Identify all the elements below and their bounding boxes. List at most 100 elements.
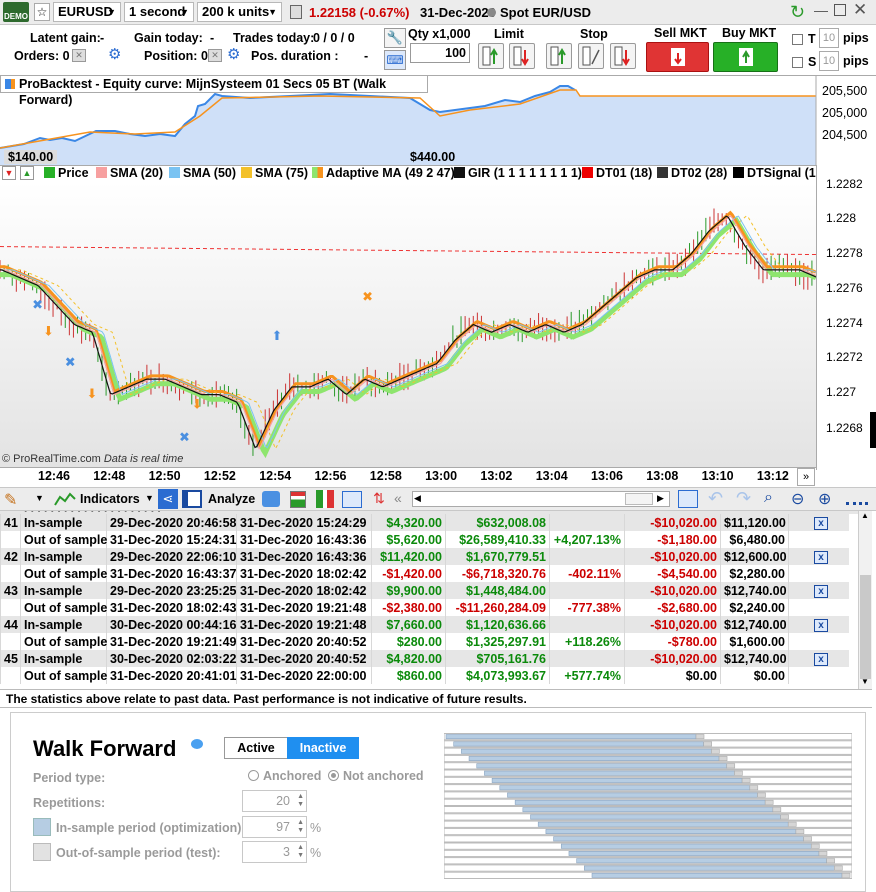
t-checkbox[interactable] (792, 34, 803, 45)
table-row[interactable]: Out of sample 31-Dec-2020 19:21:49 31-Dec-… (0, 633, 849, 650)
rewind-icon[interactable]: « (394, 490, 402, 506)
analyze-button[interactable]: Analyze (208, 492, 255, 506)
table-row[interactable]: Out of sample 31-Dec-2020 20:41:01 31-Dec-… (0, 667, 849, 684)
excel-export-icon[interactable]: x (814, 653, 828, 666)
star-icon[interactable]: ☆ (34, 3, 50, 21)
legend-sma50[interactable]: SMA (50) (169, 166, 236, 181)
excel-export-icon[interactable]: x (814, 585, 828, 598)
anchored-radio[interactable] (248, 770, 259, 781)
maximize-icon[interactable] (834, 4, 846, 16)
position-close-icon[interactable]: ✕ (208, 49, 222, 62)
legend-sma75[interactable]: SMA (75) (241, 166, 308, 181)
split-view-icon[interactable] (182, 490, 202, 508)
indicators-button[interactable]: Indicators (80, 492, 140, 506)
sell-mkt-button[interactable] (646, 42, 709, 72)
table-row[interactable]: Out of sample 31-Dec-2020 18:02:43 31-Dec-… (0, 599, 849, 616)
calendar-icon[interactable] (678, 490, 698, 508)
table-row[interactable]: 43 In-sample 29-Dec-2020 23:25:25 31-Dec-20… (0, 582, 849, 599)
wrench-icon[interactable]: 🔧 (384, 28, 406, 48)
table-row[interactable]: Out of sample 31-Dec-2020 16:43:37 31-Dec-… (0, 565, 849, 582)
excel-export-icon[interactable]: x (814, 551, 828, 564)
x-axis-scroll-icon[interactable]: » (797, 468, 815, 486)
buy-mkt-button[interactable] (713, 42, 778, 72)
trade-icon[interactable]: ⇅ (370, 490, 388, 508)
side-scroll[interactable] (870, 412, 876, 448)
zoom-auto-icon[interactable]: ⌕ (764, 489, 773, 507)
scroll-thumb[interactable] (860, 575, 871, 679)
info-bubble-icon[interactable] (191, 739, 203, 749)
report-icon[interactable] (290, 491, 306, 508)
quantity-input[interactable]: 100 (410, 43, 470, 63)
table-row[interactable]: Out of sample 31-Dec-2020 15:24:31 31-Dec-… (0, 531, 849, 548)
legend-price[interactable]: Price (44, 166, 89, 181)
stepper-arrows-icon[interactable]: ▲ ▼ (297, 819, 304, 835)
table-row[interactable]: 41 In-sample 29-Dec-2020 20:46:58 31-Dec-20… (0, 514, 849, 531)
timeframe-select[interactable]: 1 second ▼ (124, 2, 194, 22)
orders-close-icon[interactable]: ✕ (72, 49, 86, 62)
excel-export-icon[interactable]: x (814, 619, 828, 632)
zoom-in-icon[interactable]: ⊕ (818, 489, 831, 509)
scroll-down-icon[interactable]: ▼ (861, 677, 869, 686)
minimize-icon[interactable]: — (814, 2, 828, 18)
repetitions-stepper[interactable]: 20 ▲ ▼ (242, 790, 307, 812)
active-toggle[interactable]: Active (224, 737, 288, 759)
instrument-select[interactable]: EURUSD ▼ (53, 2, 121, 22)
not-anchored-radio[interactable] (328, 770, 339, 781)
legend-sma20[interactable]: SMA (20) (96, 166, 163, 181)
undo-icon[interactable]: ↶ (708, 488, 723, 509)
stepper-arrows-icon[interactable]: ▲ ▼ (297, 844, 304, 860)
price-chart[interactable]: ✖⬇✖⬇✖⬆✖⬇ (0, 182, 816, 467)
table-row[interactable]: 42 In-sample 29-Dec-2020 22:06:10 31-Dec-20… (0, 548, 849, 565)
limit-buy-button[interactable] (478, 43, 504, 69)
timeline-scrollbar[interactable]: ◀ ▶ (412, 491, 670, 507)
indicators-icon[interactable] (54, 491, 76, 507)
stepper-arrows-icon[interactable]: ▲ ▼ (297, 793, 304, 809)
gear-icon[interactable]: ⚙ (227, 45, 240, 63)
scroll-thumb[interactable] (625, 493, 653, 505)
legend-dt02[interactable]: DT02 (28) (657, 166, 727, 181)
row-action-cell (788, 531, 849, 548)
stop-sell-button[interactable] (610, 43, 636, 69)
units-select[interactable]: 200 k units ▼ (197, 2, 282, 22)
legend-dt01[interactable]: DT01 (18) (582, 166, 652, 181)
expand-icon[interactable]: ▲ (20, 166, 34, 180)
chevron-down-icon[interactable]: ▼ (145, 493, 154, 503)
redo-icon[interactable]: ↷ (736, 488, 751, 509)
row-equity: $632,008.08 (445, 514, 550, 531)
stop-trailing-button[interactable] (578, 43, 604, 69)
more-options-icon[interactable] (846, 493, 868, 505)
scroll-right-icon[interactable]: ▶ (657, 493, 664, 504)
table-row[interactable]: 45 In-sample 30-Dec-2020 02:03:22 31-Dec-20… (0, 650, 849, 667)
legend-ama[interactable]: Adaptive MA (49 2 47) (312, 166, 455, 181)
insample-stepper[interactable]: 97 ▲ ▼ (242, 816, 307, 838)
legend-gir[interactable]: GIR (1 1 1 1 1 1 1 1) (454, 166, 582, 181)
zoom-out-icon[interactable]: ⊖ (791, 489, 804, 509)
stop-buy-button[interactable] (546, 43, 572, 69)
table-scrollbar[interactable]: ▲ ▼ (858, 511, 872, 689)
chevron-down-icon[interactable]: ▼ (35, 493, 44, 503)
calculator-icon[interactable] (290, 5, 302, 19)
limit-sell-button[interactable] (509, 43, 535, 69)
bars-icon[interactable] (316, 490, 334, 508)
share-icon[interactable]: ⋖ (158, 489, 178, 509)
refresh-icon[interactable]: ↻ (790, 2, 810, 22)
gear-icon[interactable]: ⚙ (108, 45, 121, 63)
s-checkbox[interactable] (792, 57, 803, 68)
draw-tool-icon[interactable]: ✎ (4, 490, 17, 510)
keyboard-icon[interactable]: ⌨ (384, 50, 406, 70)
close-icon[interactable]: ✕ (853, 0, 867, 20)
table-row[interactable]: 44 In-sample 30-Dec-2020 00:44:16 31-Dec-20… (0, 616, 849, 633)
oos-stepper[interactable]: 3 ▲ ▼ (242, 841, 307, 863)
excel-export-icon[interactable]: x (814, 517, 828, 530)
comment-icon[interactable] (262, 491, 280, 507)
scroll-up-icon[interactable]: ▲ (861, 511, 869, 520)
row-id (0, 599, 21, 616)
legend-dtsignal[interactable]: DTSignal (16 (733, 166, 816, 181)
pips-input-t[interactable]: 10 (819, 28, 839, 48)
price-y-tick: 1.2276 (826, 281, 863, 295)
collapse-icon[interactable]: ▼ (2, 166, 16, 180)
inactive-toggle[interactable]: Inactive (287, 737, 359, 759)
pips-input-s[interactable]: 10 (819, 51, 839, 71)
scroll-left-icon[interactable]: ◀ (414, 493, 421, 504)
window-icon[interactable] (342, 491, 362, 508)
